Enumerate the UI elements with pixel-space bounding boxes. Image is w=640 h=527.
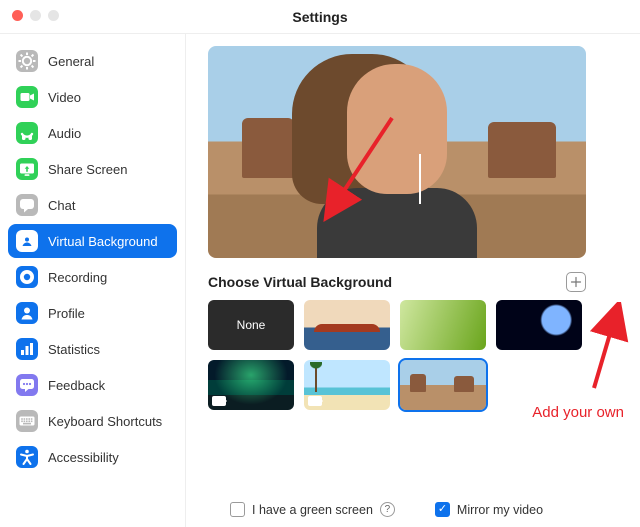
virtual-background-icon — [16, 230, 38, 252]
background-thumb-golden-gate[interactable] — [304, 300, 390, 350]
green-screen-checkbox[interactable]: I have a green screen ? — [230, 502, 395, 517]
keyboard-icon — [16, 410, 38, 432]
add-background-button[interactable] — [566, 272, 586, 292]
sidebar-item-label: Accessibility — [48, 450, 119, 465]
video-icon — [16, 86, 38, 108]
audio-icon — [16, 122, 38, 144]
settings-sidebar: General Video Audio Share Screen Chat Virtual… — [0, 34, 186, 527]
sidebar-item-label: Share Screen — [48, 162, 128, 177]
video-preview — [208, 46, 586, 258]
background-thumb-monument-valley[interactable] — [400, 360, 486, 410]
background-thumb-earth[interactable] — [496, 300, 582, 350]
sidebar-item-label: Keyboard Shortcuts — [48, 414, 162, 429]
window-controls — [12, 10, 59, 21]
profile-icon — [16, 302, 38, 324]
sidebar-item-keyboard-shortcuts[interactable]: Keyboard Shortcuts — [8, 404, 177, 438]
background-thumb-none[interactable]: None — [208, 300, 294, 350]
sidebar-item-label: General — [48, 54, 94, 69]
background-thumb-beach[interactable] — [304, 360, 390, 410]
sidebar-item-label: Profile — [48, 306, 85, 321]
green-screen-label: I have a green screen — [252, 503, 373, 517]
sidebar-item-general[interactable]: General — [8, 44, 177, 78]
sidebar-item-recording[interactable]: Recording — [8, 260, 177, 294]
sidebar-item-label: Audio — [48, 126, 81, 141]
gear-icon — [16, 50, 38, 72]
sidebar-item-label: Recording — [48, 270, 107, 285]
section-title: Choose Virtual Background — [208, 274, 392, 290]
sidebar-item-chat[interactable]: Chat — [8, 188, 177, 222]
background-thumbnail-grid: None — [208, 300, 598, 410]
feedback-icon — [16, 374, 38, 396]
background-thumb-grass[interactable] — [400, 300, 486, 350]
sidebar-item-label: Virtual Background — [48, 234, 158, 249]
sidebar-item-share-screen[interactable]: Share Screen — [8, 152, 177, 186]
sidebar-item-feedback[interactable]: Feedback — [8, 368, 177, 402]
video-indicator-icon — [212, 396, 226, 406]
zoom-window-button[interactable] — [48, 10, 59, 21]
close-window-button[interactable] — [12, 10, 23, 21]
plus-icon — [570, 276, 582, 288]
background-thumb-aurora[interactable] — [208, 360, 294, 410]
footer-options: I have a green screen ? Mirror my video — [230, 502, 543, 517]
sidebar-item-profile[interactable]: Profile — [8, 296, 177, 330]
window-title: Settings — [0, 9, 640, 25]
sidebar-item-statistics[interactable]: Statistics — [8, 332, 177, 366]
sidebar-item-label: Video — [48, 90, 81, 105]
sidebar-item-accessibility[interactable]: Accessibility — [8, 440, 177, 474]
help-icon[interactable]: ? — [380, 502, 395, 517]
recording-icon — [16, 266, 38, 288]
video-indicator-icon — [308, 396, 322, 406]
mirror-video-label: Mirror my video — [457, 503, 543, 517]
accessibility-icon — [16, 446, 38, 468]
sidebar-item-label: Feedback — [48, 378, 105, 393]
sidebar-item-label: Statistics — [48, 342, 100, 357]
chat-icon — [16, 194, 38, 216]
minimize-window-button[interactable] — [30, 10, 41, 21]
settings-main: Choose Virtual Background None I have a … — [186, 34, 640, 527]
sidebar-item-virtual-background[interactable]: Virtual Background — [8, 224, 177, 258]
sidebar-item-video[interactable]: Video — [8, 80, 177, 114]
statistics-icon — [16, 338, 38, 360]
share-screen-icon — [16, 158, 38, 180]
titlebar: Settings — [0, 0, 640, 34]
mirror-video-checkbox[interactable]: Mirror my video — [435, 502, 543, 517]
sidebar-item-label: Chat — [48, 198, 75, 213]
sidebar-item-audio[interactable]: Audio — [8, 116, 177, 150]
